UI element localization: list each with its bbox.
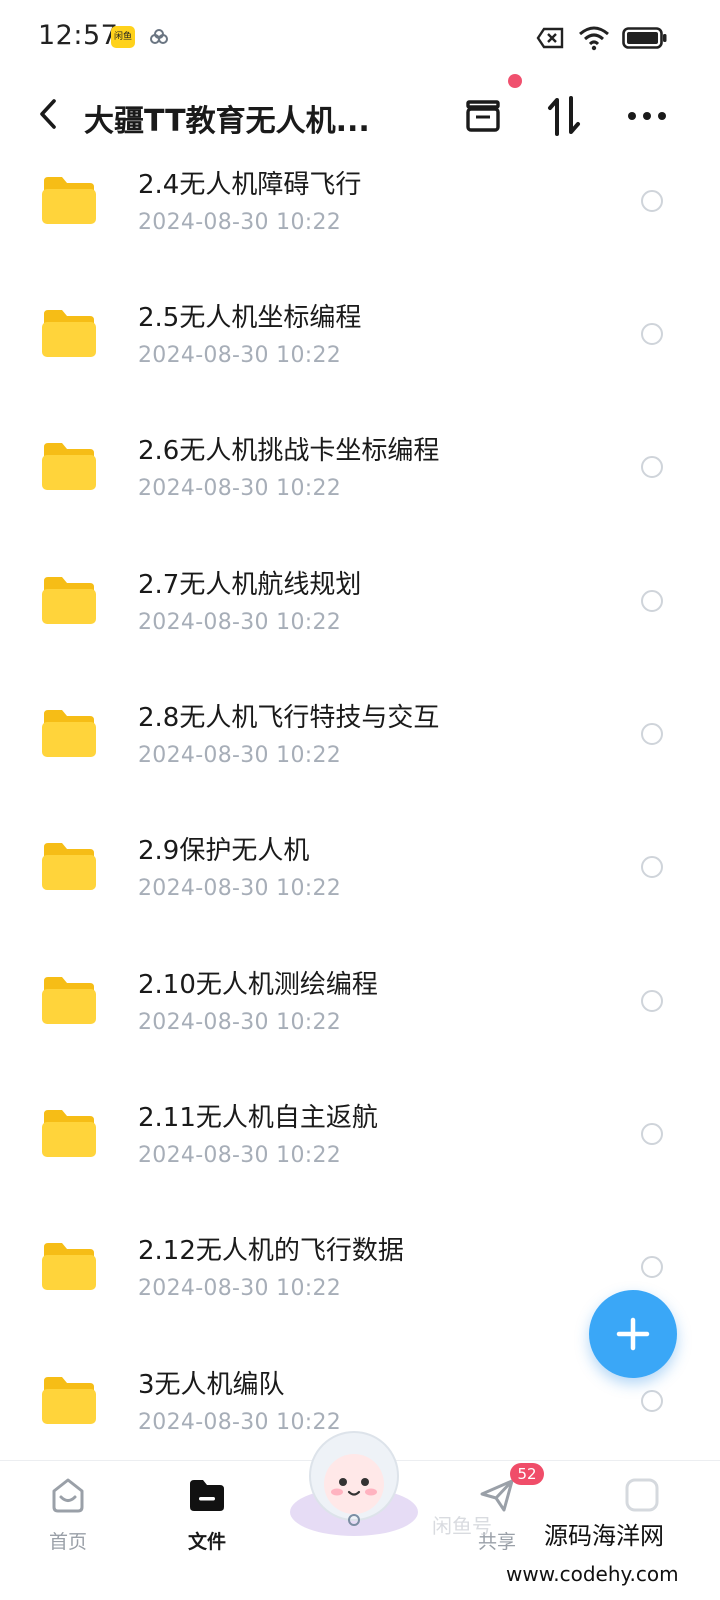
folder-name: 2.8无人机飞行特技与交互: [138, 703, 440, 733]
folder-icon: [42, 310, 96, 357]
profile-icon: [625, 1478, 659, 1512]
archive-box-icon: [466, 100, 500, 132]
battery-icon: [622, 27, 667, 49]
archive-button[interactable]: [459, 92, 507, 140]
no-sim-icon: [536, 27, 564, 49]
select-checkbox[interactable]: [641, 1123, 663, 1145]
nav-files[interactable]: 文件: [152, 1461, 262, 1591]
watermark-overlay: 闲鱼号: [432, 1514, 492, 1538]
add-button[interactable]: [589, 1290, 677, 1378]
status-time: 12:57: [38, 20, 119, 51]
more-dots-icon: [628, 112, 666, 120]
share-badge: 52: [510, 1463, 544, 1485]
folder-row[interactable]: 2.5无人机坐标编程 2024-08-30 10:22: [0, 283, 720, 417]
nav-home[interactable]: 首页: [13, 1461, 123, 1591]
notification-dot: [508, 74, 522, 88]
home-icon: [52, 1478, 84, 1513]
folder-icon: [42, 577, 96, 624]
sort-button[interactable]: [540, 92, 588, 140]
folder-row[interactable]: 2.9保护无人机 2024-08-30 10:22: [0, 816, 720, 950]
paper-plane-icon: [480, 1479, 514, 1512]
folder-date: 2024-08-30 10:22: [138, 1276, 342, 1301]
folder-date: 2024-08-30 10:22: [138, 210, 342, 235]
folder-date: 2024-08-30 10:22: [138, 610, 342, 635]
nav-files-label: 文件: [187, 1531, 226, 1553]
watermark-url: www.codehy.com: [506, 1562, 679, 1586]
status-bar: 12:57 闲鱼: [0, 0, 720, 78]
folder-row[interactable]: 2.7无人机航线规划 2024-08-30 10:22: [0, 550, 720, 684]
select-checkbox[interactable]: [641, 990, 663, 1012]
select-checkbox[interactable]: [641, 856, 663, 878]
folder-nav-icon: [190, 1480, 224, 1511]
folder-date: 2024-08-30 10:22: [138, 1010, 342, 1035]
back-button[interactable]: [28, 94, 68, 134]
folder-name: 2.11无人机自主返航: [138, 1103, 378, 1133]
wifi-icon: [579, 26, 609, 51]
folder-name: 2.9保护无人机: [138, 836, 310, 866]
status-indicators: [536, 24, 668, 52]
select-checkbox[interactable]: [641, 590, 663, 612]
folder-name: 3无人机编队: [138, 1370, 285, 1400]
folder-name: 2.7无人机航线规划: [138, 570, 362, 600]
top-app-bar: 大疆TT教育无人机...: [0, 78, 720, 158]
select-checkbox[interactable]: [641, 190, 663, 212]
watermark-site-name: 源码海洋网: [544, 1522, 664, 1550]
folder-icon: [42, 977, 96, 1024]
page-title: 大疆TT教育无人机...: [84, 104, 370, 139]
folder-icon: [42, 1243, 96, 1290]
app-badge: 闲鱼: [111, 26, 135, 48]
nav-home-label: 首页: [48, 1531, 87, 1553]
folder-icon: [42, 177, 96, 224]
folder-icon: [42, 843, 96, 890]
folder-icon: [42, 1377, 96, 1424]
folder-name: 2.5无人机坐标编程: [138, 303, 362, 333]
folder-name: 2.10无人机测绘编程: [138, 970, 378, 1000]
mascot-icon[interactable]: [283, 1420, 425, 1538]
sort-arrows-icon: [548, 96, 580, 136]
folder-row[interactable]: 2.6无人机挑战卡坐标编程 2024-08-30 10:22: [0, 416, 720, 550]
select-checkbox[interactable]: [641, 1390, 663, 1412]
select-checkbox[interactable]: [641, 456, 663, 478]
folder-name: 2.6无人机挑战卡坐标编程: [138, 436, 440, 466]
select-checkbox[interactable]: [641, 323, 663, 345]
folder-name: 2.12无人机的飞行数据: [138, 1236, 404, 1266]
more-button[interactable]: [623, 92, 671, 140]
folder-icon: [42, 710, 96, 757]
folder-date: 2024-08-30 10:22: [138, 1143, 342, 1168]
folder-icon: [42, 1110, 96, 1157]
folder-row[interactable]: 2.4无人机障碍飞行 2024-08-30 10:22: [0, 150, 720, 284]
chevron-left-icon: [40, 99, 56, 129]
file-list[interactable]: 2.4无人机障碍飞行 2024-08-30 10:22 2.5无人机坐标编程 2…: [0, 150, 720, 1458]
select-checkbox[interactable]: [641, 723, 663, 745]
folder-row[interactable]: 2.8无人机飞行特技与交互 2024-08-30 10:22: [0, 683, 720, 817]
folder-date: 2024-08-30 10:22: [138, 343, 342, 368]
plus-icon: [616, 1317, 650, 1351]
folder-name: 2.4无人机障碍飞行: [138, 170, 362, 200]
folder-row[interactable]: 2.10无人机测绘编程 2024-08-30 10:22: [0, 950, 720, 1084]
folder-date: 2024-08-30 10:22: [138, 476, 342, 501]
folder-icon: [42, 443, 96, 490]
folder-row[interactable]: 2.11无人机自主返航 2024-08-30 10:22: [0, 1083, 720, 1217]
cloud-icon: [150, 29, 168, 44]
select-checkbox[interactable]: [641, 1256, 663, 1278]
folder-date: 2024-08-30 10:22: [138, 743, 342, 768]
folder-date: 2024-08-30 10:22: [138, 876, 342, 901]
